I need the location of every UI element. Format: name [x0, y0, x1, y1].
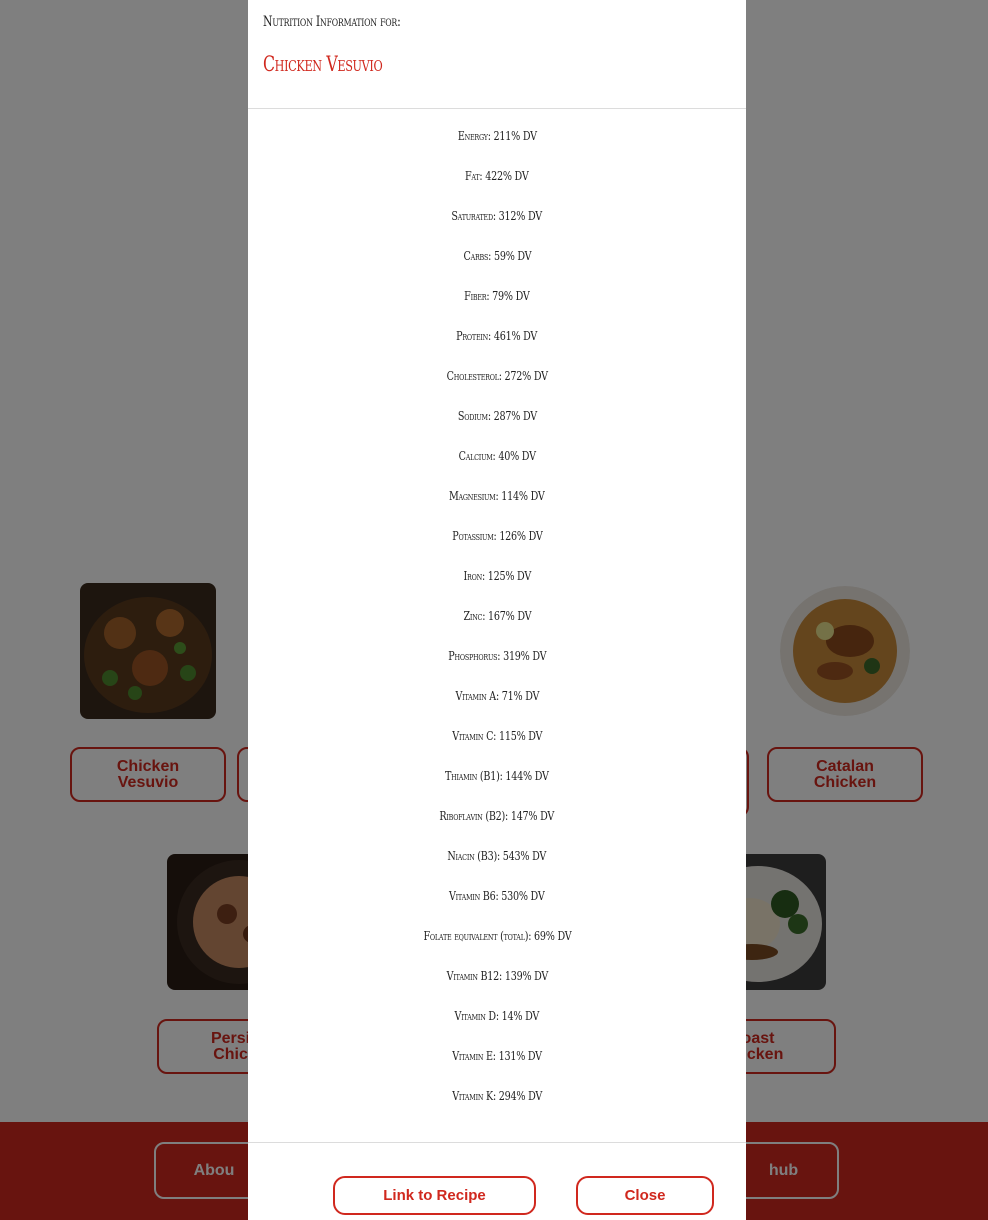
modal-kicker: Nutrition Information for:: [263, 14, 401, 30]
nutrition-modal: Nutrition Information for: Chicken Vesuv…: [248, 0, 746, 1220]
nutrient-value: Cholesterol: 272% DV: [446, 369, 548, 383]
nutrient-row: Potassium: 126% DV: [248, 529, 746, 543]
nutrient-value: Niacin (B3): 543% DV: [447, 849, 547, 863]
nutrient-value: Vitamin C: 115% DV: [451, 729, 542, 743]
nutrient-value: Vitamin K: 294% DV: [452, 1089, 542, 1103]
nutrient-value: Phosphorus: 319% DV: [447, 649, 547, 663]
nutrient-row: Vitamin A: 71% DV: [248, 689, 746, 703]
nutrient-row: Vitamin B6: 530% DV: [248, 889, 746, 903]
nutrient-row: Calcium: 40% DV: [248, 449, 746, 463]
nutrient-row: Riboflavin (B2): 147% DV: [248, 809, 746, 823]
link-to-recipe-button[interactable]: Link to Recipe: [333, 1176, 536, 1215]
nutrient-value: Potassium: 126% DV: [451, 529, 543, 543]
nutrient-row: Saturated: 312% DV: [248, 209, 746, 223]
nutrient-value: Magnesium: 114% DV: [449, 489, 545, 503]
nutrient-value: Zinc: 167% DV: [463, 609, 531, 623]
nutrient-value: Vitamin D: 14% DV: [454, 1009, 540, 1023]
nutrient-row: Sodium: 287% DV: [248, 409, 746, 423]
nutrient-value: Vitamin B6: 530% DV: [449, 889, 545, 903]
nutrient-value: Energy: 211% DV: [457, 129, 537, 143]
nutrient-value: Riboflavin (B2): 147% DV: [439, 809, 555, 823]
nutrient-row: Energy: 211% DV: [248, 129, 746, 143]
nutrient-list: Energy: 211% DV Fat: 422% DV Saturated: 31…: [248, 109, 746, 1141]
nutrient-row: Vitamin K: 294% DV: [248, 1089, 746, 1103]
nutrient-row: Zinc: 167% DV: [248, 609, 746, 623]
nutrient-row: Iron: 125% DV: [248, 569, 746, 583]
nutrient-row: Fat: 422% DV: [248, 169, 746, 183]
nutrient-value: Vitamin B12: 139% DV: [446, 969, 548, 983]
nutrient-row: Vitamin B12: 139% DV: [248, 969, 746, 983]
modal-footer: Link to Recipe Close: [248, 1142, 746, 1220]
close-button[interactable]: Close: [576, 1176, 714, 1215]
nutrient-value: Iron: 125% DV: [463, 569, 531, 583]
nutrient-row: Phosphorus: 319% DV: [248, 649, 746, 663]
nutrient-row: Cholesterol: 272% DV: [248, 369, 746, 383]
nutrient-value: Fat: 422% DV: [465, 169, 529, 183]
nutrient-value: Sodium: 287% DV: [457, 409, 537, 423]
modal-header: Nutrition Information for: Chicken Vesuv…: [248, 0, 746, 109]
nutrient-value: Vitamin A: 71% DV: [455, 689, 539, 703]
nutrient-value: Protein: 461% DV: [456, 329, 538, 343]
nutrient-value: Calcium: 40% DV: [458, 449, 536, 463]
nutrient-row: Thiamin (B1): 144% DV: [248, 769, 746, 783]
nutrient-value: Thiamin (B1): 144% DV: [445, 769, 549, 783]
nutrient-row: Folate equivalent (total): 69% DV: [248, 929, 746, 943]
nutrient-value: Saturated: 312% DV: [451, 209, 543, 223]
nutrient-row: Protein: 461% DV: [248, 329, 746, 343]
nutrient-row: Carbs: 59% DV: [248, 249, 746, 263]
nutrient-row: Magnesium: 114% DV: [248, 489, 746, 503]
nutrient-row: Vitamin D: 14% DV: [248, 1009, 746, 1023]
nutrient-row: Vitamin E: 131% DV: [248, 1049, 746, 1063]
nutrient-value: Vitamin E: 131% DV: [452, 1049, 542, 1063]
nutrient-value: Folate equivalent (total): 69% DV: [423, 929, 571, 943]
modal-title: Chicken Vesuvio: [263, 52, 383, 76]
nutrient-value: Carbs: 59% DV: [463, 249, 531, 263]
nutrient-value: Fiber: 79% DV: [464, 289, 530, 303]
nutrient-row: Fiber: 79% DV: [248, 289, 746, 303]
nutrient-row: Vitamin C: 115% DV: [248, 729, 746, 743]
nutrient-row: Niacin (B3): 543% DV: [248, 849, 746, 863]
